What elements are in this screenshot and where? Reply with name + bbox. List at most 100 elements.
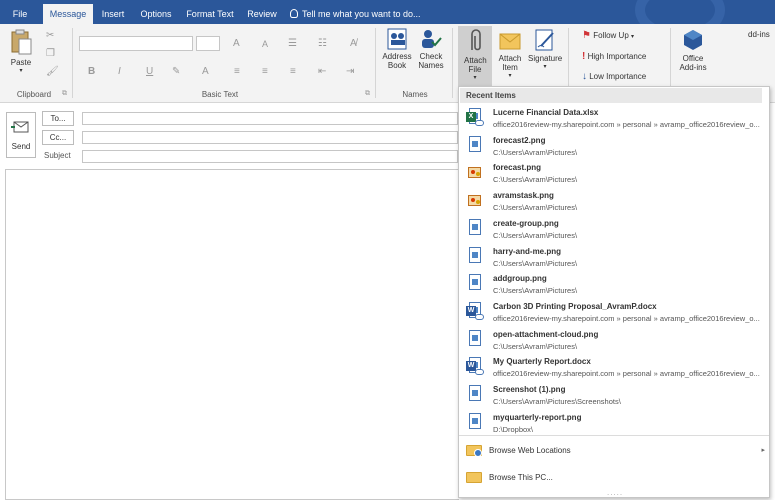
recent-item[interactable]: W Carbon 3D Printing Proposal_AvramP.docx… xyxy=(459,299,769,326)
word-cloud-icon: W xyxy=(466,301,484,322)
recent-item[interactable]: Screenshot (1).png C:\Users\Avram\Picture… xyxy=(459,382,769,409)
attach-item-button[interactable]: Attach Item ▾ xyxy=(494,28,526,81)
tab-insert[interactable]: Insert xyxy=(97,4,129,24)
align-left-icon[interactable]: ≡ xyxy=(234,66,240,77)
recent-item[interactable]: X Lucerne Financial Data.xlsx office2016re… xyxy=(459,105,769,132)
word-cloud-icon: W xyxy=(466,357,484,377)
recent-item[interactable]: create-group.png C:\Users\Avram\Pictures\ xyxy=(459,216,769,243)
clipboard-group-label: Clipboard xyxy=(16,90,52,99)
chevron-right-icon: ▸ xyxy=(761,447,765,454)
resize-grip[interactable]: ..... xyxy=(607,488,623,497)
cc-field[interactable] xyxy=(82,131,458,144)
low-importance-label: Low Importance xyxy=(589,72,647,81)
cut-icon[interactable]: ✂ xyxy=(46,30,54,41)
cc-button[interactable]: Cc... xyxy=(42,130,74,145)
recent-item[interactable]: W My Quarterly Report.docx office2016revie… xyxy=(459,354,769,381)
high-importance-button[interactable]: ! High Importance xyxy=(582,52,646,62)
attach-file-label: Attach File xyxy=(464,56,487,74)
attach-file-button[interactable]: Attach File ▾ xyxy=(458,28,492,83)
align-right-icon[interactable]: ≡ xyxy=(290,66,296,77)
dialog-launcher-icon[interactable]: ⧉ xyxy=(365,90,370,98)
to-field[interactable] xyxy=(82,112,458,125)
office-addins-icon xyxy=(684,30,702,50)
recent-item[interactable]: forecast.png C:\Users\Avram\Pictures\ xyxy=(459,160,769,187)
clear-formatting-icon[interactable]: A̸ xyxy=(350,38,357,49)
browse-pc-label: Browse This PC... xyxy=(489,473,553,482)
decrease-indent-icon[interactable]: ⇤ xyxy=(318,66,326,77)
highlight-icon[interactable]: ✎ xyxy=(172,66,180,77)
office-addins-button[interactable]: Office Add-ins xyxy=(676,28,710,72)
paint-icon xyxy=(466,191,483,211)
address-book-icon xyxy=(387,28,407,50)
recent-item-name: create-group.png xyxy=(493,218,559,228)
paste-icon xyxy=(11,29,32,55)
recent-items-header: Recent Items xyxy=(460,88,762,103)
font-name-combo[interactable] xyxy=(79,36,193,51)
recent-item[interactable]: harry-and-me.png C:\Users\Avram\Pictures\ xyxy=(459,244,769,271)
tab-review[interactable]: Review xyxy=(244,4,280,24)
underline-icon[interactable]: U xyxy=(146,66,153,77)
check-names-button[interactable]: Check Names xyxy=(416,28,446,70)
recent-item-name: avramstask.png xyxy=(493,191,554,201)
tab-file[interactable]: File xyxy=(4,4,36,24)
recent-item-name: My Quarterly Report.docx xyxy=(493,357,591,367)
recent-item-path: C:\Users\Avram\Pictures\Screenshots\ xyxy=(493,397,621,406)
tab-format-text[interactable]: Format Text xyxy=(183,4,237,24)
bullets-icon[interactable]: ☰ xyxy=(288,38,297,49)
recent-item[interactable]: myquarterly-report.png D:\Dropbox\ xyxy=(459,410,769,437)
recent-item-path: office2016review-my.sharepoint.com » per… xyxy=(493,369,760,379)
italic-icon[interactable]: I xyxy=(118,66,121,77)
recent-item-path: C:\Users\Avram\Pictures\ xyxy=(493,258,578,268)
copy-icon[interactable]: ❐ xyxy=(46,48,55,59)
paste-button[interactable]: Paste ▾ xyxy=(6,28,36,80)
font-size-combo[interactable] xyxy=(196,36,220,51)
recent-item[interactable]: addgroup.png C:\Users\Avram\Pictures\ xyxy=(459,271,769,298)
format-painter-icon[interactable]: 🖌 xyxy=(46,66,59,77)
recent-item-name: harry-and-me.png xyxy=(493,246,562,256)
signature-button[interactable]: Signature ▾ xyxy=(528,28,562,72)
low-importance-button[interactable]: ↓ Low Importance xyxy=(582,72,647,82)
browse-this-pc[interactable]: Browse This PC... xyxy=(459,466,769,490)
browse-web-locations[interactable]: Browse Web Locations ▸ xyxy=(459,439,769,463)
follow-up-label: Follow Up xyxy=(593,31,629,40)
follow-up-button[interactable]: ⚑ Follow Up ▾ xyxy=(582,31,634,42)
recent-item[interactable]: avramstask.png C:\Users\Avram\Pictures\ xyxy=(459,188,769,215)
excel-cloud-icon: X xyxy=(466,108,484,128)
recent-item-name: Lucerne Financial Data.xlsx xyxy=(493,108,599,117)
message-body[interactable] xyxy=(5,169,459,500)
flag-icon: ⚑ xyxy=(582,30,591,41)
recent-item-name: forecast.png xyxy=(493,163,542,173)
align-center-icon[interactable]: ≡ xyxy=(262,66,268,77)
grow-font-icon[interactable]: A xyxy=(233,38,240,49)
basic-text-group-label: Basic Text xyxy=(201,90,239,99)
chevron-down-icon: ▾ xyxy=(543,64,547,70)
tab-options[interactable]: Options xyxy=(137,4,175,24)
recent-item-name: forecast2.png xyxy=(493,135,546,145)
dialog-launcher-icon[interactable]: ⧉ xyxy=(62,90,67,98)
numbering-icon[interactable]: ☷ xyxy=(318,38,327,49)
recent-item[interactable]: open-attachment-cloud.png C:\Users\Avram\… xyxy=(459,327,769,354)
tab-message[interactable]: Message xyxy=(43,4,93,24)
recent-item-name: Screenshot (1).png xyxy=(493,385,566,394)
recent-item-path: C:\Users\Avram\Pictures\ xyxy=(493,147,578,157)
tab-bar-decoration xyxy=(635,0,725,24)
send-label: Send xyxy=(11,142,31,151)
signature-label: Signature xyxy=(528,54,563,63)
shrink-font-icon[interactable]: A xyxy=(262,39,268,49)
increase-indent-icon[interactable]: ⇥ xyxy=(346,66,354,77)
bold-icon[interactable]: B xyxy=(88,66,95,77)
subject-field[interactable] xyxy=(82,150,458,163)
recent-item-path: C:\Users\Avram\Pictures\ xyxy=(493,175,578,185)
image-icon xyxy=(466,246,483,267)
recent-item-name: Carbon 3D Printing Proposal_AvramP.docx xyxy=(493,301,657,311)
paperclip-icon xyxy=(471,29,481,51)
tell-me-box[interactable]: Tell me what you want to do... xyxy=(290,4,421,24)
recent-item[interactable]: forecast2.png C:\Users\Avram\Pictures\ xyxy=(459,133,769,160)
image-icon xyxy=(466,329,483,350)
send-button[interactable]: Send xyxy=(6,112,36,158)
address-book-button[interactable]: Address Book xyxy=(380,28,414,70)
to-button[interactable]: To... xyxy=(42,111,74,126)
truncated-addins-label: dd-ins xyxy=(748,30,770,39)
image-icon xyxy=(466,385,483,405)
font-color-icon[interactable]: A xyxy=(202,66,209,77)
